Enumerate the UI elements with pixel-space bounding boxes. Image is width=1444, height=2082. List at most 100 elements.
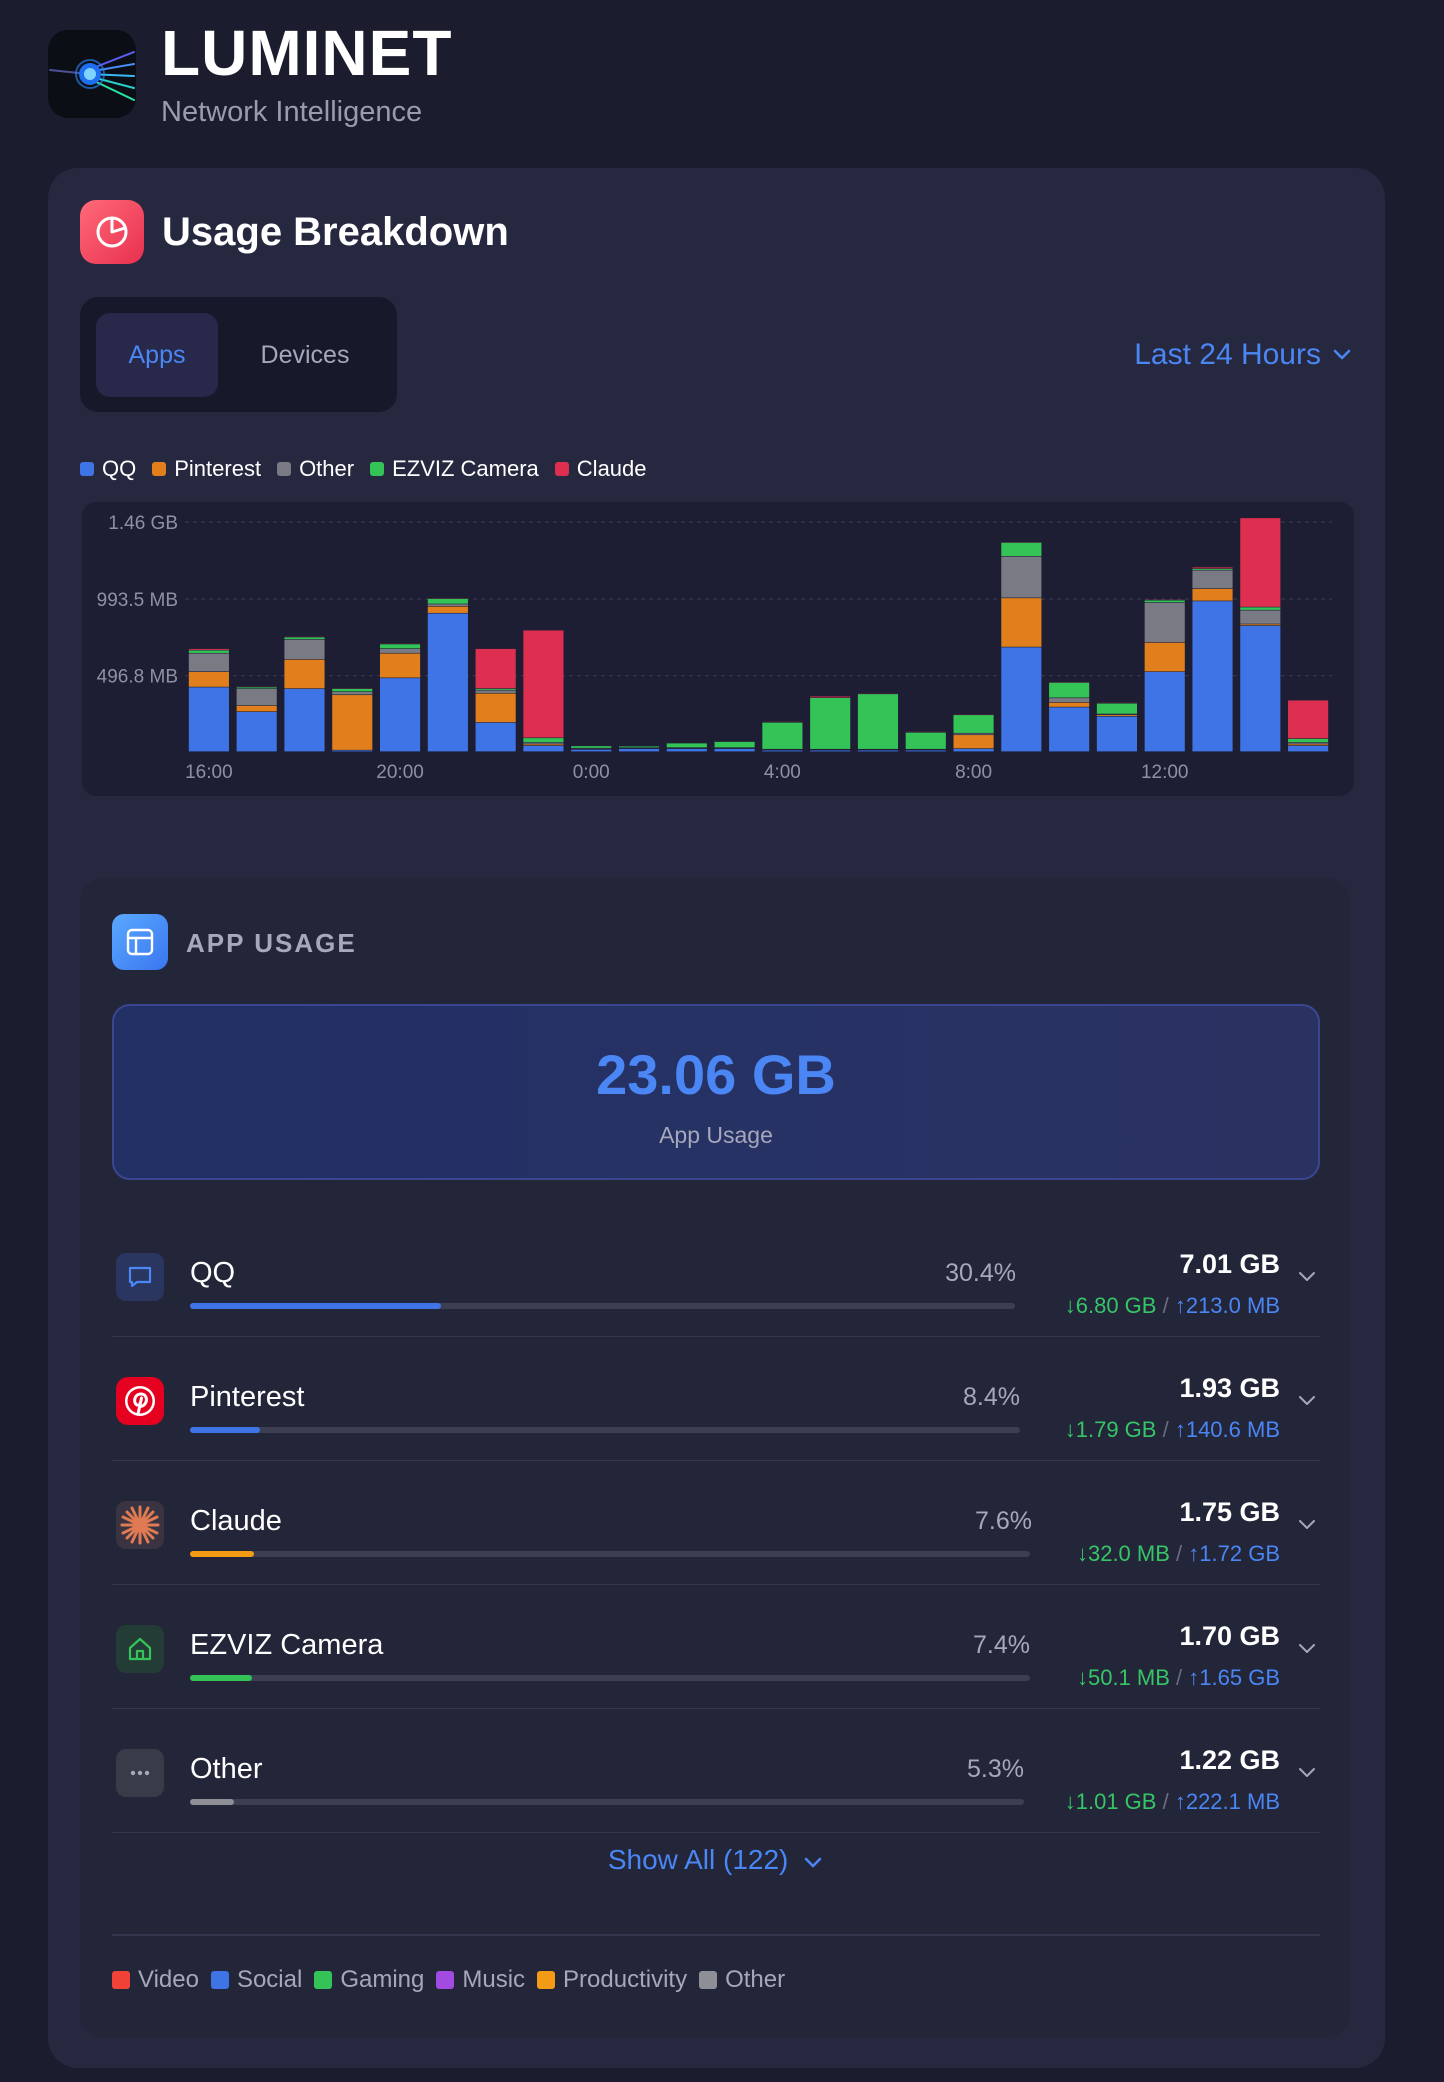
expand-chevron-icon[interactable]	[1296, 1513, 1318, 1535]
bar-segment	[762, 722, 803, 749]
upload-amount: ↑222.1 MB	[1174, 1789, 1280, 1814]
luminet-logo-icon	[49, 51, 135, 101]
legend-swatch	[277, 462, 292, 476]
app-name: Other	[190, 1753, 263, 1785]
time-range-dropdown[interactable]: Last 24 Hours	[1134, 338, 1351, 372]
section-title: Usage Breakdown	[162, 210, 509, 254]
bar-segment	[571, 749, 612, 752]
bar-segment	[475, 690, 516, 693]
y-tick-label: 1.46 GB	[108, 513, 178, 534]
bar-segment	[284, 639, 325, 660]
bar-segment	[523, 738, 564, 743]
bar-segment	[666, 748, 707, 752]
bar-segment	[953, 715, 994, 733]
legend-swatch	[152, 462, 167, 476]
bar-segment	[618, 746, 660, 748]
app-transfer: ↓50.1 MB / ↑1.65 GB	[1076, 1665, 1280, 1690]
bar-segment	[523, 745, 564, 752]
bar-segment	[475, 688, 516, 690]
app-name: Pinterest	[190, 1381, 305, 1413]
expand-chevron-icon[interactable]	[1296, 1637, 1318, 1659]
bar-segment	[714, 748, 755, 752]
legend-item-ezviz: EZVIZ Camera	[370, 456, 539, 482]
bar-segment	[1001, 542, 1042, 557]
download-amount: ↓32.0 MB	[1076, 1541, 1170, 1566]
legend-item-qq: QQ	[80, 456, 136, 482]
bar-segment	[1288, 738, 1329, 743]
app-row-claude[interactable]: Claude 7.6% 1.75 GB ↓32.0 MB / ↑1.72 GB	[112, 1461, 1320, 1585]
app-usage-card: APP USAGE 23.06 GB App Usage QQ 30.4% 7.…	[80, 878, 1350, 2038]
category-swatch	[537, 1971, 556, 1989]
legend-label: Pinterest	[174, 456, 262, 481]
bar-segment	[1192, 588, 1233, 601]
usage-bar-track	[190, 1303, 1015, 1309]
bar-segment	[1001, 647, 1042, 752]
legend-swatch	[554, 462, 569, 476]
app-transfer: ↓1.01 GB / ↑222.1 MB	[1064, 1789, 1280, 1814]
bar-segment	[857, 750, 899, 752]
bar-segment	[1240, 625, 1281, 752]
usage-breakdown-card: Usage Breakdown Apps Devices Last 24 Hou…	[48, 168, 1385, 2068]
usage-bar-fill	[190, 1551, 254, 1557]
bar-segment	[475, 648, 516, 689]
app-row-pinterest[interactable]: Pinterest 8.4% 1.93 GB ↓1.79 GB / ↑140.6…	[112, 1337, 1320, 1461]
bar-segment	[332, 688, 373, 692]
divider	[112, 1934, 1320, 1936]
expand-chevron-icon[interactable]	[1296, 1389, 1318, 1411]
y-tick-label: 993.5 MB	[97, 590, 178, 611]
pinterest-logo-icon	[116, 1377, 164, 1425]
bar-segment	[714, 741, 755, 748]
home-icon	[116, 1625, 164, 1673]
category-swatch	[436, 1971, 455, 1989]
usage-bar-fill	[190, 1427, 260, 1433]
bar-segment	[571, 746, 612, 748]
upload-amount: ↑213.0 MB	[1174, 1293, 1280, 1318]
legend-item-claude: Claude	[554, 456, 647, 482]
app-row-qq[interactable]: QQ 30.4% 7.01 GB ↓6.80 GB / ↑213.0 MB	[112, 1213, 1320, 1337]
bar-segment	[236, 712, 277, 752]
category-music: Music	[436, 1966, 525, 1994]
bar-segment	[810, 750, 851, 752]
expand-chevron-icon[interactable]	[1296, 1761, 1318, 1783]
category-swatch	[314, 1971, 333, 1989]
category-label: Video	[138, 1966, 199, 1993]
app-row-other[interactable]: Other 5.3% 1.22 GB ↓1.01 GB / ↑222.1 MB	[112, 1709, 1320, 1833]
usage-bar-fill	[190, 1675, 253, 1681]
tab-devices[interactable]: Devices	[230, 313, 380, 397]
bar-segment	[284, 688, 325, 752]
chevron-down-icon	[1333, 349, 1351, 360]
download-amount: ↓1.79 GB	[1064, 1417, 1157, 1442]
bar-segment	[666, 743, 707, 748]
bar-segment	[810, 696, 851, 698]
category-label: Music	[462, 1966, 526, 1993]
bar-segment	[427, 606, 468, 613]
legend-label: QQ	[102, 456, 137, 481]
bar-segment	[857, 694, 899, 749]
app-total: 1.75 GB	[1179, 1497, 1280, 1527]
legend-swatch	[80, 462, 94, 476]
bar-segment	[1240, 518, 1281, 607]
expand-chevron-icon[interactable]	[1296, 1265, 1318, 1287]
bar-segment	[1001, 556, 1042, 598]
category-other: Other	[699, 1966, 785, 1994]
app-name: QQ	[190, 1257, 236, 1289]
tab-apps[interactable]: Apps	[96, 313, 218, 397]
bar-segment	[1049, 698, 1090, 703]
view-segmented-control: Apps Devices	[80, 297, 397, 412]
bar-segment	[475, 693, 516, 723]
app-transfer: ↓1.79 GB / ↑140.6 MB	[1064, 1417, 1280, 1442]
bar-segment	[905, 750, 946, 752]
total-usage-box: 23.06 GB App Usage	[112, 1004, 1320, 1180]
app-transfer: ↓32.0 MB / ↑1.72 GB	[1076, 1541, 1280, 1566]
bar-segment	[1049, 682, 1090, 698]
app-usage-title: APP USAGE	[186, 928, 357, 958]
bar-segment	[236, 688, 277, 706]
show-all-button[interactable]: Show All (122)	[80, 1844, 1350, 1876]
show-all-label: Show All (122)	[607, 1844, 789, 1875]
app-row-ezviz-camera[interactable]: EZVIZ Camera 7.4% 1.70 GB ↓50.1 MB / ↑1.…	[112, 1585, 1320, 1709]
category-video: Video	[112, 1966, 199, 1994]
bar-segment	[810, 698, 851, 749]
bar-segment	[236, 705, 277, 712]
bar-segment	[1096, 703, 1138, 714]
bar-segment	[1192, 567, 1233, 569]
